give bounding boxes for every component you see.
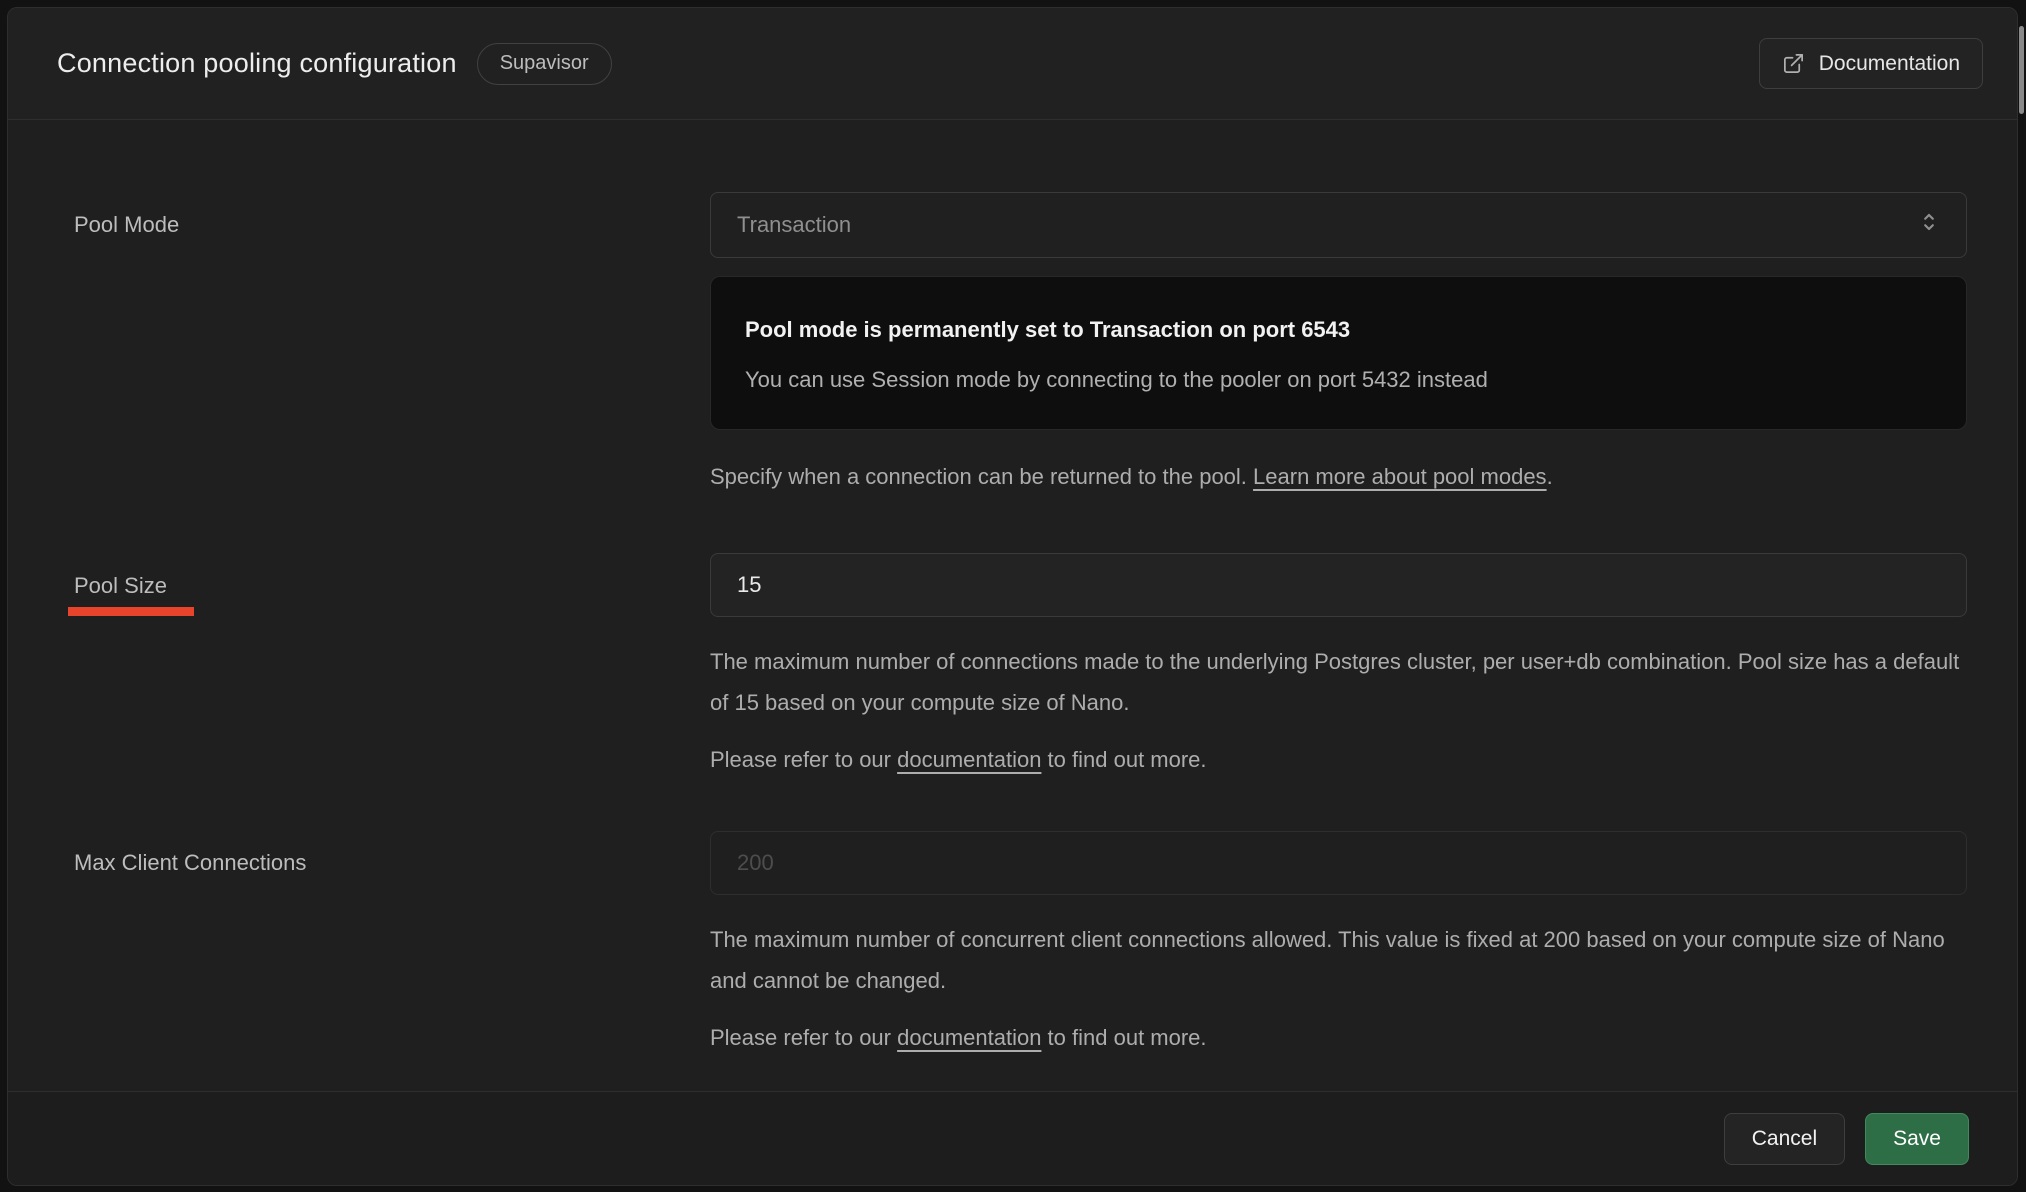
panel-footer: Cancel Save bbox=[8, 1091, 2017, 1185]
pool-mode-select[interactable]: Transaction bbox=[710, 192, 1967, 258]
cancel-button[interactable]: Cancel bbox=[1724, 1113, 1845, 1165]
max-client-connections-input bbox=[710, 831, 1967, 895]
documentation-button[interactable]: Documentation bbox=[1759, 38, 1983, 89]
max-client-connections-refer: Please refer to our documentation to fin… bbox=[710, 1023, 1967, 1053]
max-client-connections-label: Max Client Connections bbox=[74, 850, 306, 876]
scrollbar-thumb[interactable] bbox=[2019, 26, 2024, 114]
pool-mode-helper: Specify when a connection can be returne… bbox=[710, 456, 1967, 497]
chevron-up-down-icon bbox=[1916, 209, 1942, 241]
max-client-connections-row: Max Client Connections The maximum numbe… bbox=[74, 831, 1967, 1053]
panel-body: Pool Mode Transaction Pool mode is perma… bbox=[8, 120, 2017, 1091]
pool-size-label: Pool Size bbox=[74, 573, 167, 599]
panel-header: Connection pooling configuration Supavis… bbox=[8, 8, 2017, 120]
pool-mode-alert-title: Pool mode is permanently set to Transact… bbox=[745, 315, 1932, 345]
pool-size-refer: Please refer to our documentation to fin… bbox=[710, 745, 1967, 775]
pool-size-documentation-link[interactable]: documentation bbox=[897, 747, 1041, 772]
pool-size-input[interactable] bbox=[710, 553, 1967, 617]
pool-mode-helper-text: Specify when a connection can be returne… bbox=[710, 464, 1253, 489]
pool-mode-helper-suffix: . bbox=[1547, 464, 1553, 489]
connection-pooling-panel: Connection pooling configuration Supavis… bbox=[7, 7, 2018, 1186]
supavisor-badge: Supavisor bbox=[477, 43, 612, 85]
pool-mode-alert-description: You can use Session mode by connecting t… bbox=[745, 365, 1932, 395]
page-title: Connection pooling configuration bbox=[57, 48, 457, 79]
pool-mode-select-value: Transaction bbox=[737, 212, 851, 238]
pool-mode-label: Pool Mode bbox=[74, 212, 179, 238]
pool-size-helper: The maximum number of connections made t… bbox=[710, 641, 1967, 723]
max-client-connections-documentation-link[interactable]: documentation bbox=[897, 1025, 1041, 1050]
pool-modes-link[interactable]: Learn more about pool modes bbox=[1253, 464, 1547, 489]
save-button[interactable]: Save bbox=[1865, 1113, 1969, 1165]
max-client-connections-helper: The maximum number of concurrent client … bbox=[710, 919, 1967, 1001]
pool-mode-row: Pool Mode Transaction Pool mode is perma… bbox=[74, 192, 1967, 497]
pool-size-highlight-underline bbox=[68, 607, 194, 616]
pool-size-row: Pool Size The maximum number of connecti… bbox=[74, 553, 1967, 775]
pool-mode-alert: Pool mode is permanently set to Transact… bbox=[710, 276, 1967, 430]
external-link-icon bbox=[1782, 52, 1805, 75]
documentation-button-label: Documentation bbox=[1819, 52, 1960, 76]
